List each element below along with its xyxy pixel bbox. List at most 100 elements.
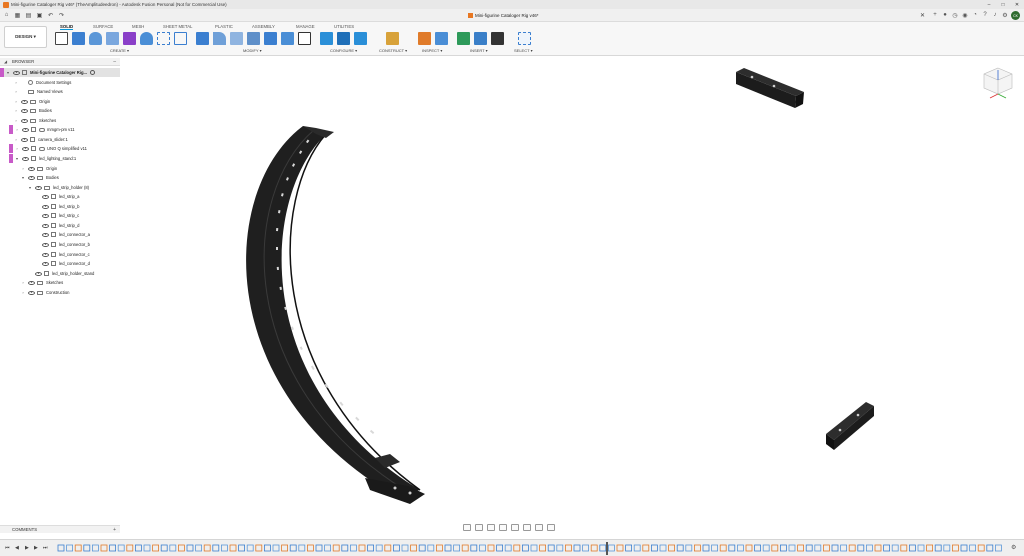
timeline-feature-icon[interactable] xyxy=(564,544,572,552)
tree-node-uno-q[interactable]: › UNO Q simplified v11 xyxy=(9,144,87,153)
expand-arrow-icon[interactable]: › xyxy=(13,89,19,94)
look-at-icon[interactable] xyxy=(475,524,483,531)
visibility-eye-icon[interactable] xyxy=(35,185,42,190)
fit-icon[interactable] xyxy=(511,524,519,531)
minimize-button[interactable]: – xyxy=(982,2,996,8)
timeline-feature-icon[interactable] xyxy=(281,544,289,552)
timeline-feature-icon[interactable] xyxy=(470,544,478,552)
timeline-feature-icon[interactable] xyxy=(539,544,547,552)
timeline-feature-icon[interactable] xyxy=(633,544,641,552)
expand-arrow-icon[interactable]: › xyxy=(13,118,19,123)
tree-node-led-strip-holder-stand[interactable]: led_strip_holder_stand xyxy=(33,269,94,278)
expand-arrow-icon[interactable]: › xyxy=(13,99,19,104)
model-viewport[interactable] xyxy=(120,58,1024,520)
pan-icon[interactable] xyxy=(487,524,495,531)
timeline-feature-icon[interactable] xyxy=(977,544,985,552)
visibility-eye-icon[interactable] xyxy=(21,99,28,104)
timeline-feature-icon[interactable] xyxy=(418,544,426,552)
visibility-eye-icon[interactable] xyxy=(22,127,29,132)
insert-derive-icon[interactable] xyxy=(457,32,470,45)
timeline-feature-icon[interactable] xyxy=(625,544,632,552)
timeline-feature-icon[interactable] xyxy=(272,544,280,552)
timeline-feature-icon[interactable] xyxy=(160,544,168,552)
timeline-feature-icon[interactable] xyxy=(100,544,108,552)
expand-arrow-icon[interactable]: ▾ xyxy=(14,156,20,161)
expand-arrow-icon[interactable]: › xyxy=(14,146,20,151)
tree-node-led-strip-a[interactable]: led_strip_a xyxy=(40,192,80,201)
timeline-feature-icon[interactable] xyxy=(797,544,804,552)
section-analysis-icon[interactable] xyxy=(435,32,448,45)
group-select[interactable]: SELECT ▾ xyxy=(514,48,533,53)
timeline-feature-icon[interactable] xyxy=(556,544,564,552)
timeline-feature-icon[interactable] xyxy=(358,544,366,552)
add-comment-button[interactable]: + xyxy=(113,527,116,533)
expand-arrow-icon[interactable]: ▾ xyxy=(27,185,33,190)
close-tab-button[interactable]: ✕ xyxy=(920,12,925,19)
timeline-feature-icon[interactable] xyxy=(934,544,942,552)
visibility-eye-icon[interactable] xyxy=(42,252,49,257)
revolve-icon[interactable] xyxy=(89,32,102,45)
timeline-feature-icon[interactable] xyxy=(599,544,607,552)
timeline-feature-icon[interactable] xyxy=(780,544,787,552)
tab-manage[interactable]: MANAGE xyxy=(296,24,315,29)
bell-icon[interactable]: ♪ xyxy=(991,11,999,19)
notifications-icon[interactable]: ◔ xyxy=(971,11,979,19)
timeline-feature-icon[interactable] xyxy=(754,544,761,552)
timeline-feature-icon[interactable] xyxy=(117,544,125,552)
timeline-feature-icon[interactable] xyxy=(521,544,529,552)
display-settings-icon[interactable] xyxy=(523,524,531,531)
timeline-feature-icon[interactable] xyxy=(410,544,418,552)
file-menu-icon[interactable]: ▤ xyxy=(24,11,33,20)
expand-arrow-icon[interactable]: ▾ xyxy=(5,70,11,75)
timeline-feature-icon[interactable] xyxy=(496,544,504,552)
settings-gear-icon[interactable]: ⚙ xyxy=(1001,11,1009,19)
tab-sheet-metal[interactable]: SHEET METAL xyxy=(163,24,192,29)
chamfer-icon[interactable] xyxy=(230,32,243,45)
pattern-icon[interactable] xyxy=(157,32,170,45)
group-modify[interactable]: MODIFY ▾ xyxy=(243,48,262,53)
comments-panel-header[interactable]: COMMENTS + xyxy=(0,525,120,533)
timeline-feature-icon[interactable] xyxy=(952,544,959,552)
press-pull-icon[interactable] xyxy=(196,32,209,45)
visibility-eye-icon[interactable] xyxy=(28,166,35,171)
timeline-feature-icon[interactable] xyxy=(814,544,822,552)
timeline-feature-icon[interactable] xyxy=(986,544,994,552)
timeline-feature-icon[interactable] xyxy=(874,544,882,552)
group-configure[interactable]: CONFIGURE ▾ xyxy=(330,48,357,53)
timeline-feature-icon[interactable] xyxy=(444,544,452,552)
timeline-feature-icon[interactable] xyxy=(668,544,675,552)
visibility-eye-icon[interactable] xyxy=(21,108,28,113)
timeline-settings-icon[interactable]: ⚙ xyxy=(1011,544,1016,551)
timeline-feature-icon[interactable] xyxy=(737,544,744,552)
visibility-eye-icon[interactable] xyxy=(42,232,49,237)
timeline-feature-icon[interactable] xyxy=(616,544,624,552)
select-icon[interactable] xyxy=(518,32,531,45)
extensions-icon[interactable]: ● xyxy=(941,11,949,19)
timeline-feature-icon[interactable] xyxy=(608,544,615,552)
save-icon[interactable]: ▣ xyxy=(35,11,44,20)
bounding-box-icon[interactable] xyxy=(174,32,187,45)
user-avatar[interactable]: CK xyxy=(1011,11,1020,20)
tab-solid[interactable]: SOLID xyxy=(60,24,74,30)
timeline-feature-icon[interactable] xyxy=(788,544,796,552)
tree-node-root[interactable]: ▾ Mini-figurine Cataloger Rig... xyxy=(0,68,120,77)
timeline-feature-icon[interactable] xyxy=(685,544,693,552)
grid-settings-icon[interactable] xyxy=(535,524,543,531)
new-component-icon[interactable] xyxy=(123,32,136,45)
timeline-feature-icon[interactable] xyxy=(375,544,383,552)
viewcube[interactable] xyxy=(983,67,1013,99)
timeline-feature-icon[interactable] xyxy=(453,544,461,552)
combine-icon[interactable] xyxy=(264,32,277,45)
tree-node-mmgm-pm[interactable]: › mmgm-pm v11 xyxy=(9,125,75,134)
timeline-feature-icon[interactable] xyxy=(900,544,908,552)
visibility-eye-icon[interactable] xyxy=(28,280,35,285)
timeline-feature-icon[interactable] xyxy=(57,544,65,552)
tree-node-led-strip-holder[interactable]: ▾ led_strip_holder (8) xyxy=(27,183,89,192)
visibility-eye-icon[interactable] xyxy=(35,271,42,276)
timeline-feature-icon[interactable] xyxy=(969,544,976,552)
group-create[interactable]: CREATE ▾ xyxy=(110,48,129,53)
timeline-feature-icon[interactable] xyxy=(461,544,469,552)
expand-arrow-icon[interactable]: ▾ xyxy=(20,175,26,180)
timeline-feature-strip[interactable] xyxy=(56,542,1008,555)
timeline-feature-icon[interactable] xyxy=(926,544,933,552)
